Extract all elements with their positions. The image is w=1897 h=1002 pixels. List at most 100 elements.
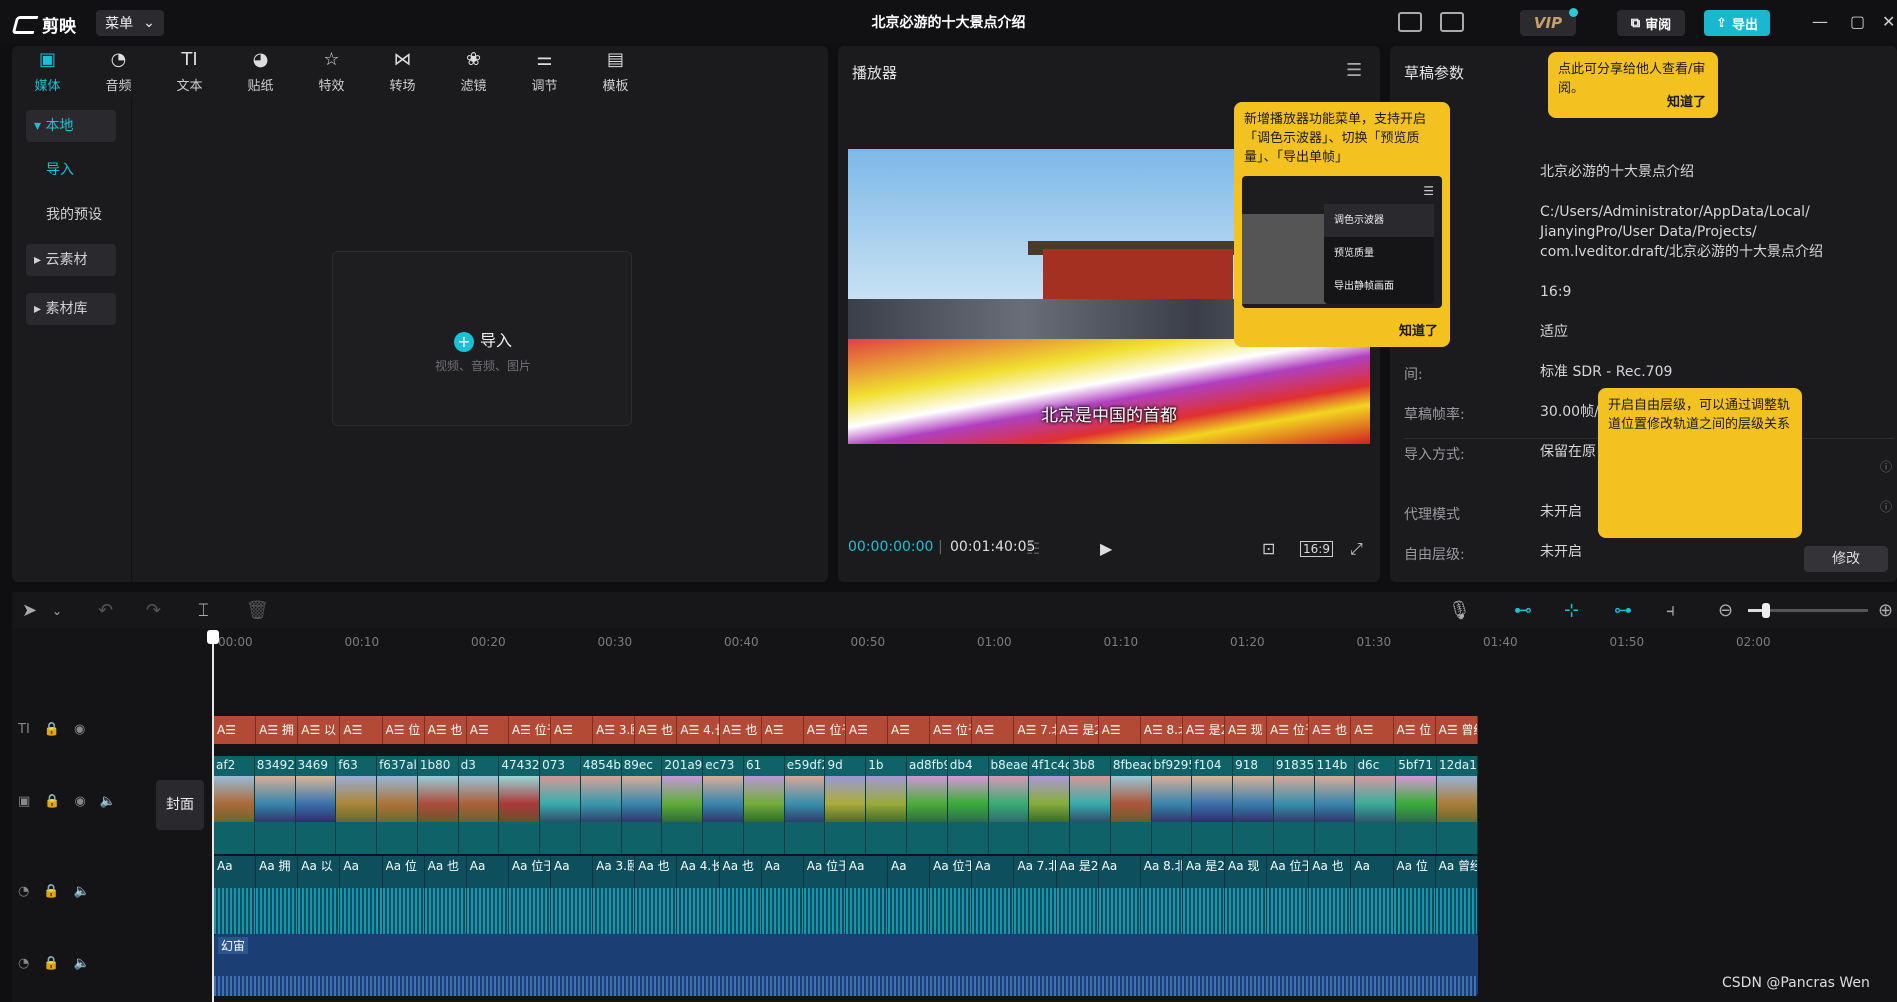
zoom-out-icon[interactable]: ⊖ — [1718, 600, 1733, 621]
import-dropzone[interactable]: + 导入 视频、音频、图片 — [332, 251, 632, 426]
text-clip[interactable]: A☰ 也 — [1309, 716, 1352, 744]
video-clip[interactable]: af2 — [214, 756, 255, 854]
split-icon[interactable]: ⌶ — [198, 600, 209, 621]
text-clip[interactable]: A☰ — [845, 716, 888, 744]
lock-icon[interactable]: 🔒 — [44, 722, 60, 737]
audio-clip[interactable]: Aa 曾经被 — [1435, 856, 1478, 934]
video-clip[interactable]: 201a9c3f — [662, 756, 704, 854]
video-clip[interactable]: 114b — [1314, 756, 1356, 854]
text-clip[interactable]: A☰ — [214, 716, 257, 744]
video-clip[interactable]: 3b8 — [1070, 756, 1111, 854]
video-clip[interactable]: 89ec — [621, 756, 663, 854]
audio-clip[interactable]: Aa 也 — [1309, 856, 1352, 934]
sidebar-item-import[interactable]: 导入 — [26, 154, 116, 186]
close-icon[interactable]: ✕ — [1882, 12, 1895, 31]
magnet-icon[interactable]: ⊹ — [1564, 600, 1579, 621]
sidebar-item-my-presets[interactable]: 我的预设 — [26, 199, 116, 231]
video-clip[interactable]: f637al — [377, 756, 418, 854]
audio-clip[interactable]: Aa 位 — [1393, 856, 1436, 934]
video-clip[interactable]: 4854b66 — [580, 756, 622, 854]
lock-icon[interactable]: 🔒 — [43, 884, 59, 899]
audio-clip[interactable]: Aa 4.长城 — [677, 856, 720, 934]
player-menu-tip-ok[interactable]: 知道了 — [1399, 322, 1438, 341]
zoom-slider[interactable] — [1748, 603, 1868, 618]
lock-icon[interactable]: 🔒 — [44, 794, 60, 809]
audio-clip[interactable]: Aa 也 — [719, 856, 762, 934]
audio-clip[interactable]: Aa — [466, 856, 509, 934]
text-clip[interactable]: A☰ 8.北京 — [1140, 716, 1183, 744]
video-clip[interactable]: 474327 — [499, 756, 541, 854]
text-clip[interactable]: A☰ 位于 — [930, 716, 973, 744]
audio-clip[interactable]: Aa — [1351, 856, 1394, 934]
audio-clip[interactable]: Aa — [845, 856, 888, 934]
sidebar-item-library[interactable]: ▸ 素材库 — [26, 293, 116, 325]
minimize-icon[interactable]: — — [1812, 12, 1828, 31]
sidebar-item-local[interactable]: ▾ 本地 — [26, 110, 116, 142]
sidebar-item-cloud[interactable]: ▸ 云素材 — [26, 244, 116, 276]
music-clip[interactable]: 幻宙 — [214, 934, 1478, 996]
audio-clip[interactable]: Aa — [551, 856, 594, 934]
undo-icon[interactable]: ↶ — [98, 600, 113, 621]
tab-media-tool[interactable]: ☆ 特效 — [296, 46, 367, 98]
text-clip[interactable]: A☰ 3.颐 — [593, 716, 636, 744]
text-clip[interactable]: A☰ — [466, 716, 509, 744]
eye-icon[interactable]: ◉ — [74, 722, 85, 737]
audio-clip[interactable]: Aa 也 — [424, 856, 467, 934]
video-clip[interactable]: f104 — [1192, 756, 1234, 854]
link-icon[interactable]: ⊷ — [1514, 600, 1532, 621]
play-icon[interactable]: ▶ — [1100, 539, 1112, 558]
tab-media-tool[interactable]: ◕ 贴纸 — [225, 46, 296, 98]
screenshot-icon[interactable]: ⊡ — [1262, 539, 1275, 558]
text-clip[interactable]: A☰ 也 — [719, 716, 762, 744]
text-clip[interactable]: A☰ — [551, 716, 594, 744]
text-clip[interactable]: A☰ 曾经被 — [1435, 716, 1478, 744]
video-clip[interactable]: 918 — [1233, 756, 1274, 854]
export-button[interactable]: ⇪ 导出 — [1704, 10, 1770, 36]
video-clip[interactable]: ec73 — [703, 756, 744, 854]
grid-icon[interactable]: ☷ — [1026, 539, 1040, 558]
eye-icon[interactable]: ◉ — [74, 794, 85, 809]
speaker-icon[interactable]: 🔈 — [74, 884, 90, 899]
audio-clip[interactable]: Aa 位于 — [508, 856, 551, 934]
audio-clip[interactable]: Aa 位于 — [930, 856, 973, 934]
text-clip[interactable]: A☰ — [761, 716, 804, 744]
text-clip[interactable]: A☰ 位于 — [508, 716, 551, 744]
video-clip[interactable]: 073 — [540, 756, 581, 854]
microphone-icon[interactable]: 🎙 — [1448, 600, 1471, 621]
text-clip[interactable]: A☰ 拥 — [256, 716, 299, 744]
tab-media-tool[interactable]: ◔ 音频 — [83, 46, 154, 98]
audio-clip[interactable]: Aa 是2 — [1056, 856, 1099, 934]
player-menu-icon[interactable]: ☰ — [1346, 60, 1362, 81]
info-icon[interactable]: ⓘ — [1880, 498, 1892, 515]
redo-icon[interactable]: ↷ — [146, 600, 161, 621]
select-cursor-icon[interactable]: ➤ — [22, 600, 37, 621]
review-button[interactable]: ⧉ 审阅 — [1617, 10, 1685, 36]
video-clip[interactable]: e59df24 — [784, 756, 826, 854]
video-clip[interactable]: b8eaee5 — [988, 756, 1030, 854]
audio-clip[interactable]: Aa 位 — [382, 856, 425, 934]
text-clip[interactable]: A☰ — [888, 716, 931, 744]
video-clip[interactable]: 1b — [866, 756, 908, 854]
text-clip[interactable]: A☰ 以 — [298, 716, 341, 744]
text-clip[interactable]: A☰ 现 — [1225, 716, 1268, 744]
text-clip[interactable]: A☰ 位于 — [803, 716, 846, 744]
video-clip[interactable]: 4f1c4c — [1029, 756, 1071, 854]
audio-clip[interactable]: Aa — [972, 856, 1015, 934]
video-clip[interactable]: db4 — [947, 756, 989, 854]
vip-button[interactable]: VIP — [1520, 8, 1578, 36]
keyboard-icon[interactable] — [1398, 12, 1422, 32]
text-clip[interactable]: A☰ 是2 — [1056, 716, 1099, 744]
audio-clip[interactable]: Aa 位于 — [1267, 856, 1310, 934]
audio-clip[interactable]: Aa 也 — [635, 856, 678, 934]
video-clip[interactable]: 9d — [825, 756, 867, 854]
speaker-icon[interactable]: 🔈 — [74, 956, 90, 971]
cover-button[interactable]: 封面 — [156, 780, 204, 830]
tab-media-tool[interactable]: ⚌ 调节 — [509, 46, 580, 98]
video-clip[interactable]: 3469 — [295, 756, 337, 854]
share-tip-ok[interactable]: 知道了 — [1667, 93, 1706, 112]
video-clip[interactable]: 1b80 — [417, 756, 459, 854]
audio-clip[interactable]: Aa 是2 — [1182, 856, 1225, 934]
aspect-ratio-button[interactable]: 16:9 — [1300, 541, 1333, 557]
playhead[interactable] — [207, 630, 219, 1002]
audio-clip[interactable]: Aa — [888, 856, 931, 934]
